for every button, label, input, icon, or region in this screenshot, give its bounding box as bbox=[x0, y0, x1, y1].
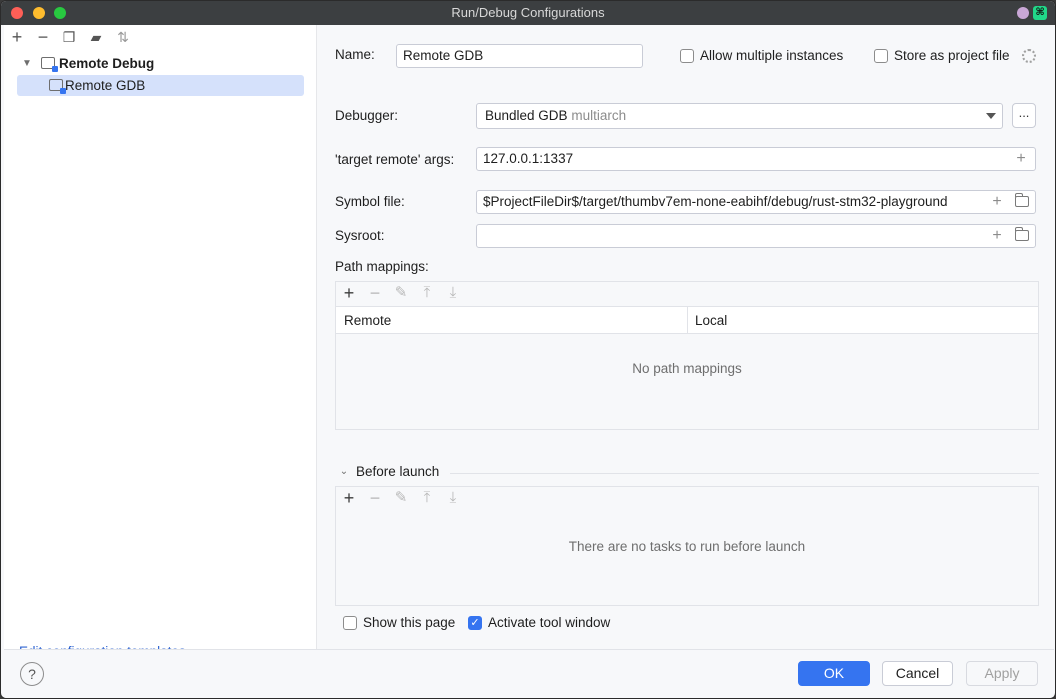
move-up-icon[interactable]: ⤒ bbox=[418, 489, 436, 507]
move-down-icon[interactable]: ⤓ bbox=[444, 489, 462, 507]
tree-item-remote-gdb[interactable]: Remote GDB bbox=[17, 75, 304, 96]
target-remote-value: 127.0.0.1:1337 bbox=[483, 151, 574, 166]
name-value: Remote GDB bbox=[403, 48, 484, 63]
sort-icon[interactable]: ⇅ bbox=[114, 28, 132, 46]
configuration-editor: Name: Remote GDB Allow multiple instance… bbox=[316, 25, 1055, 649]
column-header-remote[interactable]: Remote bbox=[344, 307, 391, 334]
help-button[interactable]: ? bbox=[20, 662, 44, 686]
store-as-project-file-checkbox[interactable] bbox=[874, 49, 888, 63]
tree-item-remote-debug[interactable]: ▼ Remote Debug bbox=[20, 53, 310, 74]
folder-add-icon[interactable]: ▰ bbox=[87, 28, 105, 46]
edit-pencil-icon[interactable]: ✎ bbox=[392, 489, 410, 507]
expand-plus-icon[interactable]: + bbox=[1011, 149, 1031, 169]
symbol-file-value: $ProjectFileDir$/target/thumbv7em-none-e… bbox=[483, 194, 948, 209]
copy-icon[interactable]: ❐ bbox=[60, 28, 78, 46]
status-dot-icon bbox=[1017, 7, 1029, 19]
symbol-file-label: Symbol file: bbox=[335, 194, 405, 209]
add-icon[interactable]: + bbox=[340, 284, 358, 302]
show-this-page-checkbox[interactable] bbox=[343, 616, 357, 630]
before-launch-title[interactable]: Before launch bbox=[356, 464, 439, 479]
debugger-value: Bundled GDB bbox=[485, 108, 568, 123]
path-mappings-table: + − ✎ ⤒ ⤓ Remote Local No path mappings bbox=[335, 281, 1039, 430]
add-icon[interactable]: + bbox=[8, 28, 26, 46]
column-divider[interactable] bbox=[687, 307, 688, 334]
sysroot-label: Sysroot: bbox=[335, 228, 385, 243]
debugger-label: Debugger: bbox=[335, 108, 399, 123]
target-remote-input[interactable]: 127.0.0.1:1337 + bbox=[476, 147, 1036, 171]
symbol-file-input[interactable]: $ProjectFileDir$/target/thumbv7em-none-e… bbox=[476, 190, 1036, 214]
name-input[interactable]: Remote GDB bbox=[396, 44, 643, 68]
chevron-down-icon[interactable]: ▼ bbox=[20, 53, 34, 74]
table-header: Remote Local bbox=[336, 306, 1038, 334]
path-mappings-empty-text: No path mappings bbox=[632, 361, 742, 376]
tree-item-label: Remote Debug bbox=[59, 56, 155, 71]
show-this-page-label: Show this page bbox=[363, 615, 456, 630]
remove-icon[interactable]: − bbox=[34, 28, 52, 46]
window-minimize-button[interactable] bbox=[33, 7, 45, 19]
chevron-down-icon bbox=[986, 113, 996, 119]
chevron-down-icon[interactable]: ⌄ bbox=[337, 466, 351, 477]
path-mappings-title: Path mappings: bbox=[335, 259, 429, 274]
run-debug-configurations-dialog: Run/Debug Configurations ⌘ + − ❐ ▰ ⇅ ▼ R… bbox=[0, 0, 1056, 699]
gear-icon[interactable] bbox=[1022, 49, 1036, 63]
sysroot-input[interactable]: + bbox=[476, 224, 1036, 248]
before-launch-tasks: + − ✎ ⤒ ⤓ There are no tasks to run befo… bbox=[335, 486, 1039, 606]
expand-plus-icon[interactable]: + bbox=[987, 192, 1007, 212]
before-launch-empty-text: There are no tasks to run before launch bbox=[568, 539, 806, 554]
move-down-icon[interactable]: ⤓ bbox=[444, 284, 462, 302]
app-icon: ⌘ bbox=[1033, 6, 1047, 20]
debugger-more-button[interactable]: ... bbox=[1012, 103, 1036, 128]
dialog-button-bar: ? OK Cancel Apply bbox=[4, 649, 1054, 698]
tree-toolbar: + − ❐ ▰ ⇅ bbox=[4, 25, 316, 49]
store-as-project-file-label: Store as project file bbox=[894, 48, 1010, 63]
activate-tool-window-checkbox[interactable]: ✓ bbox=[468, 616, 482, 630]
folder-icon[interactable] bbox=[1015, 227, 1029, 241]
title-bar: Run/Debug Configurations ⌘ bbox=[1, 1, 1055, 25]
edit-pencil-icon[interactable]: ✎ bbox=[392, 284, 410, 302]
window-close-button[interactable] bbox=[11, 7, 23, 19]
window-maximize-button[interactable] bbox=[54, 7, 66, 19]
ok-button[interactable]: OK bbox=[798, 661, 870, 686]
section-divider bbox=[450, 473, 1039, 474]
move-up-icon[interactable]: ⤒ bbox=[418, 284, 436, 302]
remove-icon[interactable]: − bbox=[366, 284, 384, 302]
remote-gdb-icon bbox=[49, 79, 66, 94]
window-title: Run/Debug Configurations bbox=[451, 5, 605, 20]
allow-multiple-instances-checkbox[interactable] bbox=[680, 49, 694, 63]
column-header-local[interactable]: Local bbox=[695, 307, 727, 334]
add-icon[interactable]: + bbox=[340, 489, 358, 507]
name-label: Name: bbox=[335, 47, 375, 62]
remote-debug-icon bbox=[41, 57, 58, 72]
target-remote-label: 'target remote' args: bbox=[335, 152, 455, 167]
activate-tool-window-label: Activate tool window bbox=[488, 615, 611, 630]
expand-plus-icon[interactable]: + bbox=[987, 226, 1007, 246]
folder-icon[interactable] bbox=[1015, 193, 1029, 207]
debugger-suffix: multiarch bbox=[571, 108, 627, 123]
debugger-select[interactable]: Bundled GDB multiarch bbox=[476, 103, 1003, 129]
remove-icon[interactable]: − bbox=[366, 489, 384, 507]
cancel-button[interactable]: Cancel bbox=[882, 661, 953, 686]
allow-multiple-instances-label: Allow multiple instances bbox=[700, 48, 844, 63]
apply-button[interactable]: Apply bbox=[966, 661, 1038, 686]
configurations-tree-pane: + − ❐ ▰ ⇅ ▼ Remote Debug Remote GDB Edit… bbox=[4, 25, 316, 659]
tree-item-label: Remote GDB bbox=[65, 78, 146, 93]
